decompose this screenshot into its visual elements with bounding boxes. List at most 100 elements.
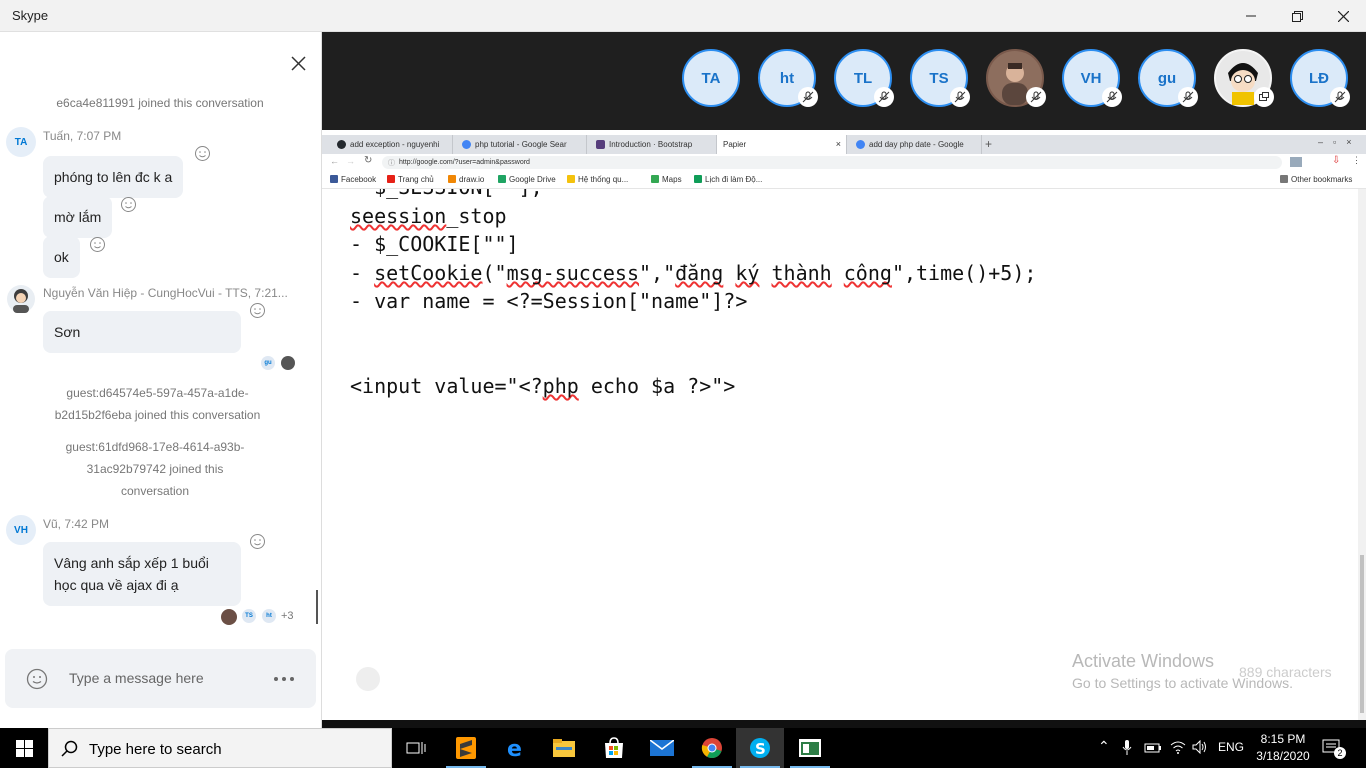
avatar[interactable] [6,284,36,314]
taskbar-app-edge[interactable]: e [492,728,540,768]
google-drive-icon [498,175,506,183]
more-readers-count[interactable]: +3 [281,610,294,622]
taskbar-app-explorer[interactable] [540,728,588,768]
battery-icon[interactable] [1144,741,1162,755]
microphone-icon[interactable] [1122,740,1132,756]
chat-scrollbar[interactable] [316,590,318,624]
reload-icon[interactable]: ↻ [364,155,372,166]
participant-tile[interactable]: gu [1138,49,1198,107]
close-window-button[interactable] [1320,0,1366,32]
smiley-react-icon[interactable] [249,533,266,550]
github-icon [337,140,346,149]
browser-tab[interactable]: php tutorial - Google Sear [453,135,587,154]
shared-screen-browser: add exception - nguyenhi php tutorial - … [322,130,1366,720]
taskbar-app-window[interactable] [786,728,834,768]
window-title: Skype [12,8,49,23]
browser-tab[interactable]: add day php date - Google [847,135,982,154]
smiley-react-icon[interactable] [89,236,106,253]
taskbar-app-skype[interactable]: S [736,728,784,768]
tab-label: add day php date - Google [869,140,964,149]
participant-tile[interactable] [986,49,1046,107]
bookmark-item[interactable]: Lịch đi làm Độ... [694,175,762,184]
message-bubble[interactable]: mờ lắm [43,196,113,238]
task-view-button[interactable] [392,728,440,768]
input-language[interactable]: ENG [1218,740,1244,754]
bookmark-item[interactable]: Hệ thống qu... [567,175,628,184]
smiley-react-icon[interactable] [120,196,137,213]
taskbar-app-store[interactable] [590,728,638,768]
url-text: http://google.com/?user=admin&password [399,159,530,166]
bookmark-item[interactable]: Google Drive [498,175,556,184]
editor-settings-icon[interactable] [356,667,380,691]
avatar[interactable]: VH [6,515,36,545]
url-field[interactable]: ⓘ http://google.com/?user=admin&password [382,156,1282,169]
bookmarks-bar: Facebook Trang chủ draw.io Google Drive … [322,171,1366,189]
browser-tab[interactable]: Introduction · Bootstrap [587,135,717,154]
extension-icon[interactable]: ⇩ [1332,155,1340,166]
system-clock[interactable]: 8:15 PM 3/18/2020 [1250,731,1316,765]
participant-tile[interactable]: TS [910,49,970,107]
browser-tab-active[interactable]: Papier × [717,135,847,154]
back-icon[interactable]: ← [330,156,339,166]
browser-menu-icon[interactable]: ⋮ [1352,155,1361,166]
show-hidden-icons[interactable]: ⌃ [1098,738,1110,755]
participant-tile-self[interactable] [1214,49,1274,107]
taskbar-app-mail[interactable] [638,728,686,768]
drawio-icon [448,175,456,183]
participant-tile[interactable]: ht [758,49,818,107]
close-tab-icon[interactable]: × [836,139,841,149]
participant-tile[interactable]: LĐ [1290,49,1350,107]
code-line: - $_SESSION[""]; [350,189,543,201]
message-bubble[interactable]: Sơn [43,311,241,353]
muted-mic-icon [1102,87,1122,107]
message-composer[interactable]: Type a message here [5,649,316,708]
editor-scrollbar[interactable] [1358,189,1366,720]
smiley-react-icon[interactable] [194,145,211,162]
restore-button[interactable] [1274,0,1320,32]
wifi-icon[interactable] [1170,740,1186,754]
papier-editor[interactable]: - $_SESSION[""]; seession_stop - $_COOKI… [322,189,1366,720]
code-line: - var name = <?=Session["name"]?> [350,289,748,313]
skype-icon: S [750,738,770,758]
message-input[interactable]: Type a message here [69,670,204,686]
bookmark-item[interactable]: Maps [651,175,682,184]
taskbar-app-sublime[interactable] [442,728,490,768]
bookmark-item[interactable]: draw.io [448,175,484,184]
search-icon [61,740,78,757]
browser-window-controls[interactable]: –▫× [1318,137,1361,147]
participant-tile[interactable]: TA [682,49,740,107]
more-options-icon[interactable] [273,676,295,682]
scrollbar-thumb[interactable] [1360,555,1364,713]
bookmark-item[interactable]: Trang chủ [387,175,434,184]
chat-pane: e6ca4e811991 joined this conversation TA… [0,32,322,728]
participant-tile[interactable]: VH [1062,49,1122,107]
mail-icon [650,740,674,756]
participant-tile[interactable]: TL [834,49,894,107]
screen-share-icon [1254,87,1274,107]
forward-icon[interactable]: → [346,156,355,166]
emoji-icon[interactable] [26,668,48,690]
close-chat-button[interactable] [286,52,310,76]
action-center-button[interactable]: 2 [1322,737,1346,764]
other-bookmarks[interactable]: Other bookmarks [1280,175,1352,184]
message-bubble[interactable]: Vâng anh sắp xếp 1 buổi học qua về ajax … [43,542,241,606]
message-bubble[interactable]: phóng to lên đc k a [43,156,184,198]
folder-icon [567,175,575,183]
code-line: <input value="<?php echo $a ?>"> [350,374,736,398]
start-button[interactable] [0,728,48,768]
facebook-icon [330,175,338,183]
new-tab-button[interactable]: + [985,137,992,151]
minimize-button[interactable] [1228,0,1274,32]
volume-icon[interactable] [1192,740,1208,754]
avatar[interactable]: TA [6,127,36,157]
taskbar-search-box[interactable]: Type here to search [48,728,392,768]
bookmark-item[interactable]: Facebook [330,175,376,184]
activate-title: Activate Windows [1072,651,1215,671]
tab-label: add exception - nguyenhi [350,140,440,149]
message-bubble[interactable]: ok [43,236,80,278]
smiley-react-icon[interactable] [249,302,266,319]
taskbar-app-chrome[interactable] [688,728,736,768]
participant-initials: gu [1157,69,1177,87]
extension-icon[interactable] [1290,157,1302,167]
browser-tab[interactable]: add exception - nguyenhi [328,135,453,154]
